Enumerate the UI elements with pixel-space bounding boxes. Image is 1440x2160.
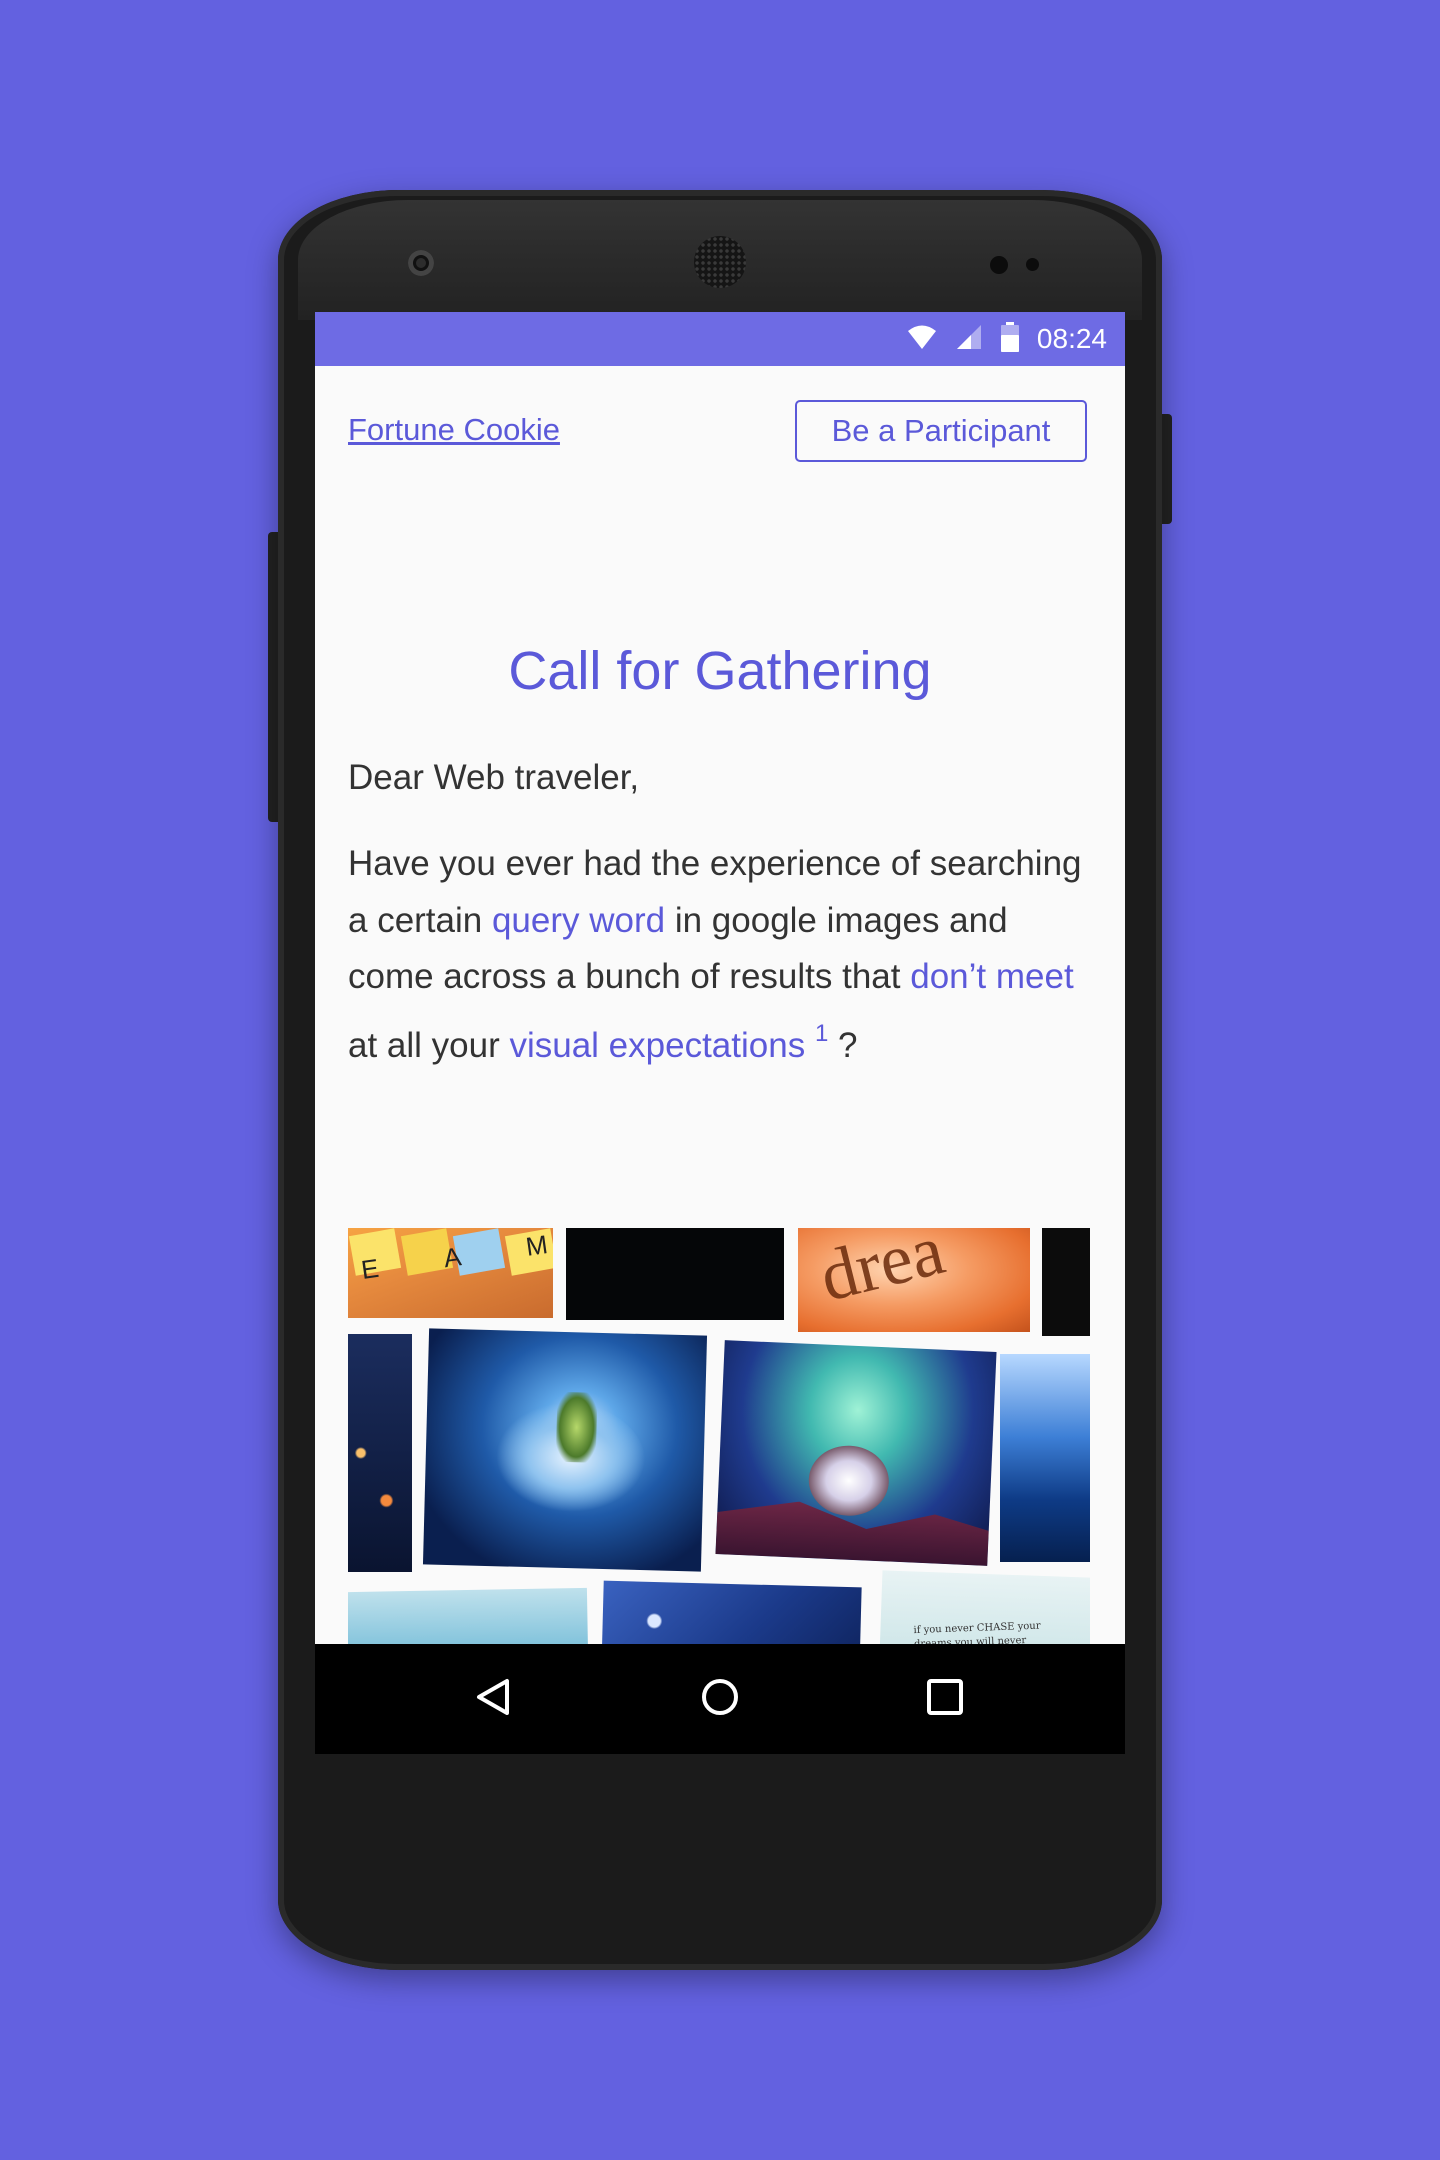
rider-shape bbox=[555, 1391, 598, 1463]
collage-dream-text: drea bbox=[812, 1228, 952, 1317]
back-button[interactable] bbox=[439, 1644, 549, 1754]
background: 08:24 Fortune Cookie Be a Participant Ca… bbox=[0, 0, 1440, 2160]
earpiece-speaker bbox=[694, 236, 746, 288]
greeting-text: Dear Web traveler, bbox=[348, 758, 640, 797]
collage-image-black bbox=[1042, 1228, 1090, 1336]
home-button[interactable] bbox=[665, 1644, 775, 1754]
paragraph-text: ? bbox=[828, 1025, 858, 1065]
recents-icon bbox=[925, 1677, 965, 1722]
footnote-marker[interactable]: 1 bbox=[815, 1020, 828, 1047]
image-collage: E A M S drea bbox=[348, 1228, 1090, 1714]
status-icons: 08:24 bbox=[907, 312, 1107, 366]
collage-image-dark bbox=[566, 1228, 784, 1320]
battery-icon bbox=[1000, 321, 1019, 357]
back-icon bbox=[474, 1677, 514, 1722]
web-page: Fortune Cookie Be a Participant Call for… bbox=[315, 366, 1125, 1714]
paragraph-text: at all your bbox=[348, 1025, 510, 1065]
body-paragraph: Have you ever had the experience of sear… bbox=[348, 836, 1088, 1074]
seal-shape bbox=[807, 1444, 891, 1518]
visual-expectations-link[interactable]: visual expectations bbox=[509, 1026, 805, 1065]
phone-bottom-bezel bbox=[315, 1754, 1125, 1914]
status-bar: 08:24 bbox=[315, 312, 1125, 366]
dont-meet-link[interactable]: don’t meet bbox=[910, 957, 1073, 996]
collage-image-horse bbox=[422, 1328, 708, 1572]
front-camera bbox=[408, 250, 434, 276]
query-word-link[interactable]: query word bbox=[492, 901, 665, 940]
proximity-sensor bbox=[990, 256, 1008, 274]
phone-screen: 08:24 Fortune Cookie Be a Participant Ca… bbox=[315, 312, 1125, 1754]
participant-button[interactable]: Be a Participant bbox=[795, 400, 1087, 462]
recents-button[interactable] bbox=[890, 1644, 1000, 1754]
wifi-icon bbox=[907, 324, 937, 355]
collage-image-notes: E A M S bbox=[348, 1228, 553, 1318]
status-time: 08:24 bbox=[1036, 323, 1107, 354]
light-sensor bbox=[1026, 258, 1039, 271]
signal-icon bbox=[955, 324, 983, 355]
collage-image-lights bbox=[348, 1334, 412, 1572]
home-icon bbox=[700, 1677, 740, 1722]
brand-link[interactable]: Fortune Cookie bbox=[348, 412, 560, 448]
collage-image-dream: drea bbox=[798, 1228, 1030, 1332]
collage-image-aurora bbox=[715, 1340, 997, 1566]
system-nav-bar bbox=[315, 1644, 1125, 1754]
collage-image-sky bbox=[1000, 1354, 1090, 1562]
page-title: Call for Gathering bbox=[508, 641, 932, 701]
